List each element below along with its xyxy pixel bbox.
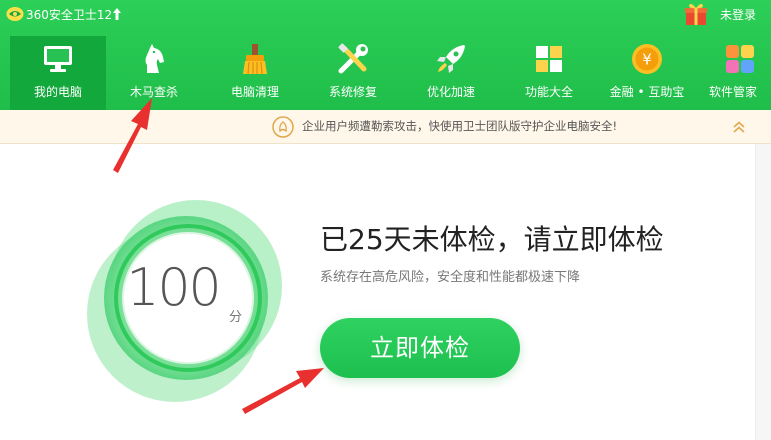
nav-tab-trojan-scan[interactable]: 木马查杀 bbox=[106, 36, 202, 110]
horse-icon bbox=[145, 44, 164, 73]
nav-label: 电脑清理 bbox=[230, 85, 279, 99]
upgrade-arrow-icon[interactable] bbox=[112, 7, 122, 21]
nav-tab-system-repair[interactable]: 系统修复 bbox=[305, 36, 401, 110]
rocket-icon bbox=[437, 45, 465, 73]
notice-bar: 企业用户频遭勒索攻击，快使用卫士团队版守护企业电脑安全! bbox=[0, 110, 771, 144]
nav-tab-my-computer[interactable]: 我的电脑 bbox=[10, 36, 106, 110]
tools-icon bbox=[338, 43, 368, 74]
nav-label: 金融 • 互助宝 bbox=[609, 85, 685, 99]
gift-icon[interactable] bbox=[683, 2, 709, 26]
status-subline: 系统存在高危风险，安全度和性能都极速下降 bbox=[320, 270, 581, 285]
login-link[interactable]: 未登录 bbox=[720, 8, 756, 22]
nav-tab-speedup[interactable]: 优化加速 bbox=[403, 36, 499, 110]
scrollbar-track[interactable] bbox=[755, 144, 771, 440]
status-headline: 已25天未体检，请立即体检 bbox=[320, 223, 664, 256]
software-icon bbox=[726, 45, 754, 73]
double-chevron-up-icon[interactable] bbox=[732, 120, 746, 134]
app-logo-icon bbox=[6, 7, 24, 21]
title-bar: 360安全卫士12 未登录 bbox=[0, 0, 771, 30]
notice-text[interactable]: 企业用户频遭勒索攻击，快使用卫士团队版守护企业电脑安全! bbox=[302, 119, 617, 133]
nav-tab-software-manager[interactable]: 软件管家 bbox=[697, 36, 771, 110]
main-nav: 我的电脑 木马查杀 电脑清理 系统修复 优化加速 功能大全 ¥ 金融 • 互助宝… bbox=[0, 36, 771, 110]
apps-grid-icon bbox=[536, 46, 562, 72]
nav-tab-all-features[interactable]: 功能大全 bbox=[501, 36, 597, 110]
nav-label: 木马查杀 bbox=[129, 85, 178, 99]
nav-label: 软件管家 bbox=[709, 85, 758, 99]
nav-label: 优化加速 bbox=[426, 85, 475, 99]
nav-tab-finance[interactable]: ¥ 金融 • 互助宝 bbox=[599, 36, 695, 110]
nav-label: 我的电脑 bbox=[33, 85, 82, 99]
nav-label: 系统修复 bbox=[328, 85, 377, 99]
app-title: 360安全卫士12 bbox=[26, 8, 113, 22]
nav-label: 功能大全 bbox=[524, 85, 573, 99]
start-checkup-button[interactable]: 立即体检 bbox=[320, 318, 520, 378]
broom-icon bbox=[243, 44, 267, 75]
nav-tab-cleanup[interactable]: 电脑清理 bbox=[207, 36, 303, 110]
header-bar: 360安全卫士12 未登录 我的电脑 木马查杀 电脑清理 系统修复 优化加速 功… bbox=[0, 0, 771, 110]
score-unit: 分 bbox=[229, 310, 243, 325]
score-value: 100 bbox=[126, 258, 221, 318]
notice-shield-icon bbox=[272, 116, 294, 138]
yen-coin-icon: ¥ bbox=[632, 44, 662, 74]
svg-text:¥: ¥ bbox=[642, 51, 652, 69]
monitor-icon bbox=[44, 46, 72, 72]
